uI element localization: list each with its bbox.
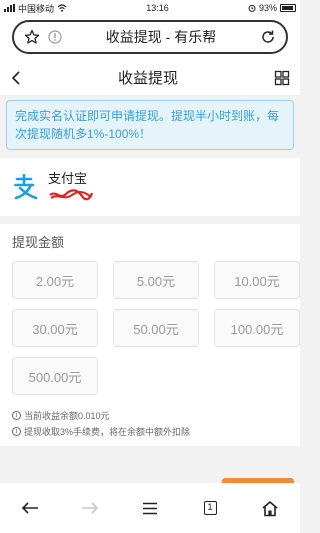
browser-bottom-nav: 1	[0, 483, 300, 533]
balance-hint: i 当前收益余额0.010元	[12, 409, 288, 422]
status-right: 93%	[248, 3, 296, 13]
verification-notice: 完成实名认证即可申请提现。提现半小时到账，每次提现随机多1%-100%！	[6, 100, 294, 150]
amount-option[interactable]: 5.00元	[113, 261, 199, 299]
fee-hint-text: 提现收取3%手续费，将在余额中额外扣除	[24, 427, 191, 437]
status-left: 中国移动	[4, 2, 67, 15]
info-circle-icon[interactable]	[48, 30, 62, 44]
amount-option[interactable]: 10.00元	[214, 261, 300, 299]
amount-option[interactable]: 30.00元	[12, 309, 98, 347]
balance-hint-text: 当前收益余额0.010元	[24, 411, 110, 421]
payment-method[interactable]: 支付宝	[0, 158, 300, 216]
page-title-in-urlbar: 收益提现 - 有乐帮	[105, 29, 217, 45]
home-icon	[262, 500, 278, 516]
wifi-icon	[57, 4, 67, 12]
battery-icon	[280, 4, 296, 12]
amount-options: 2.00元 5.00元 10.00元 30.00元 50.00元 100.00元…	[12, 261, 300, 395]
alarm-icon	[248, 4, 256, 12]
alipay-logo-icon	[14, 174, 38, 200]
amount-option[interactable]: 2.00元	[12, 261, 98, 299]
status-bar: 中国移动 13:16 93%	[0, 0, 300, 16]
page-title: 收益提现	[117, 70, 178, 87]
amount-section: 提现金额 2.00元 5.00元 10.00元 30.00元 50.00元 10…	[0, 224, 300, 446]
home-button[interactable]	[250, 488, 290, 528]
fee-hint: i 提现收取3%手续费，将在余额中额外扣除	[12, 425, 288, 438]
payment-info: 支付宝	[48, 168, 94, 206]
amount-option[interactable]: 100.00元	[214, 309, 300, 347]
menu-button[interactable]	[130, 488, 170, 528]
reload-icon[interactable]	[260, 29, 276, 45]
browser-bar: 收益提现 - 有乐帮	[0, 16, 300, 60]
amount-option[interactable]: 50.00元	[113, 309, 199, 347]
carrier-label: 中国移动	[18, 3, 55, 14]
signal-icon	[4, 4, 15, 12]
tab-count: 1	[203, 501, 217, 515]
back-arrow-icon[interactable]	[10, 70, 22, 86]
page-header: 收益提现	[0, 60, 300, 96]
address-bar[interactable]: 收益提现 - 有乐帮	[12, 20, 288, 54]
info-icon: i	[12, 427, 21, 436]
grid-menu-icon[interactable]	[274, 70, 290, 86]
back-arrow-icon	[21, 502, 38, 514]
forward-button[interactable]	[70, 488, 110, 528]
redacted-account-scribble	[49, 189, 94, 201]
amount-title: 提现金额	[12, 235, 65, 250]
hamburger-menu-icon	[143, 502, 157, 514]
payment-method-label: 支付宝	[48, 171, 88, 186]
star-icon[interactable]	[24, 29, 40, 45]
amount-option[interactable]: 500.00元	[12, 357, 98, 395]
status-time: 13:16	[146, 3, 169, 13]
back-button[interactable]	[10, 488, 50, 528]
tabs-button[interactable]: 1	[190, 488, 230, 528]
forward-arrow-icon	[82, 502, 99, 514]
info-icon: i	[12, 411, 21, 420]
battery-percent: 93%	[258, 3, 277, 13]
